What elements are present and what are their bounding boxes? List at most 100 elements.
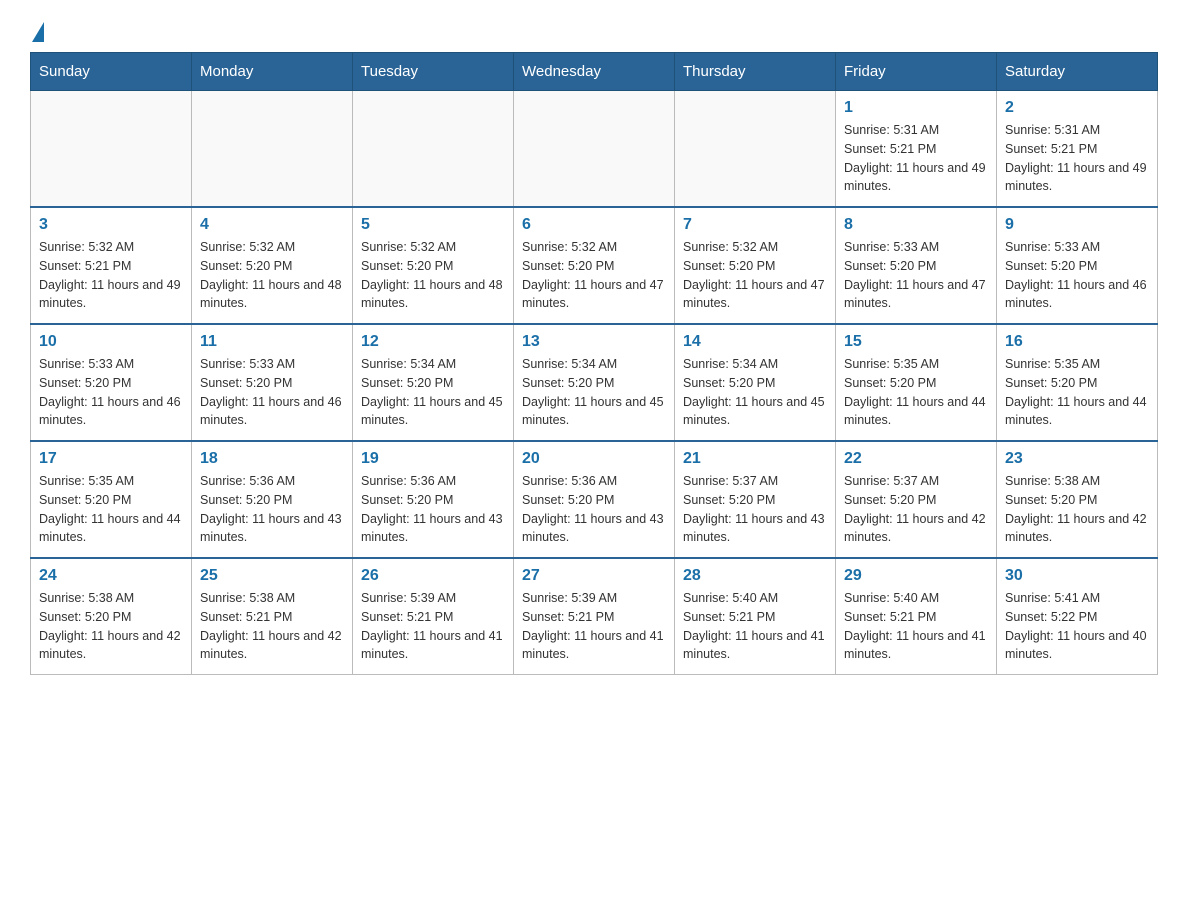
day-number: 30 [1005, 567, 1149, 585]
day-info: Sunrise: 5:31 AMSunset: 5:21 PMDaylight:… [1005, 121, 1149, 196]
day-info: Sunrise: 5:35 AMSunset: 5:20 PMDaylight:… [844, 355, 988, 430]
day-number: 17 [39, 450, 183, 468]
day-number: 6 [522, 216, 666, 234]
weekday-header-tuesday: Tuesday [353, 53, 514, 91]
calendar-week-row: 24 Sunrise: 5:38 AMSunset: 5:20 PMDayligh… [31, 558, 1158, 675]
calendar-cell: 26 Sunrise: 5:39 AMSunset: 5:21 PMDayligh… [353, 558, 514, 675]
calendar-cell: 13 Sunrise: 5:34 AMSunset: 5:20 PMDayligh… [514, 324, 675, 441]
day-info: Sunrise: 5:32 AMSunset: 5:20 PMDaylight:… [522, 238, 666, 313]
calendar-cell: 24 Sunrise: 5:38 AMSunset: 5:20 PMDayligh… [31, 558, 192, 675]
day-number: 21 [683, 450, 827, 468]
calendar-cell: 28 Sunrise: 5:40 AMSunset: 5:21 PMDayligh… [675, 558, 836, 675]
calendar-table: SundayMondayTuesdayWednesdayThursdayFrid… [30, 52, 1158, 675]
day-info: Sunrise: 5:32 AMSunset: 5:21 PMDaylight:… [39, 238, 183, 313]
day-info: Sunrise: 5:33 AMSunset: 5:20 PMDaylight:… [39, 355, 183, 430]
logo-triangle-icon [32, 22, 44, 42]
calendar-cell [31, 91, 192, 208]
day-info: Sunrise: 5:34 AMSunset: 5:20 PMDaylight:… [683, 355, 827, 430]
day-number: 8 [844, 216, 988, 234]
calendar-cell [353, 91, 514, 208]
day-info: Sunrise: 5:32 AMSunset: 5:20 PMDaylight:… [200, 238, 344, 313]
day-number: 23 [1005, 450, 1149, 468]
calendar-cell: 27Sunrise: 5:39 AMSunset: 5:21 PMDayligh… [514, 558, 675, 675]
calendar-cell: 16Sunrise: 5:35 AMSunset: 5:20 PMDayligh… [997, 324, 1158, 441]
day-info: Sunrise: 5:39 AMSunset: 5:21 PMDaylight:… [361, 589, 505, 664]
weekday-header-wednesday: Wednesday [514, 53, 675, 91]
calendar-cell: 20 Sunrise: 5:36 AMSunset: 5:20 PMDayligh… [514, 441, 675, 558]
day-number: 20 [522, 450, 666, 468]
day-info: Sunrise: 5:33 AMSunset: 5:20 PMDaylight:… [844, 238, 988, 313]
day-info: Sunrise: 5:40 AMSunset: 5:21 PMDaylight:… [683, 589, 827, 664]
day-info: Sunrise: 5:41 AMSunset: 5:22 PMDaylight:… [1005, 589, 1149, 664]
day-info: Sunrise: 5:37 AMSunset: 5:20 PMDaylight:… [844, 472, 988, 547]
calendar-week-row: 3 Sunrise: 5:32 AMSunset: 5:21 PMDaylight… [31, 207, 1158, 324]
calendar-cell [675, 91, 836, 208]
calendar-cell: 17 Sunrise: 5:35 AMSunset: 5:20 PMDayligh… [31, 441, 192, 558]
calendar-cell: 10 Sunrise: 5:33 AMSunset: 5:20 PMDayligh… [31, 324, 192, 441]
day-number: 22 [844, 450, 988, 468]
calendar-cell [514, 91, 675, 208]
day-number: 15 [844, 333, 988, 351]
calendar-week-row: 17 Sunrise: 5:35 AMSunset: 5:20 PMDayligh… [31, 441, 1158, 558]
day-info: Sunrise: 5:32 AMSunset: 5:20 PMDaylight:… [361, 238, 505, 313]
day-info: Sunrise: 5:38 AMSunset: 5:20 PMDaylight:… [1005, 472, 1149, 547]
day-number: 16 [1005, 333, 1149, 351]
calendar-cell: 23 Sunrise: 5:38 AMSunset: 5:20 PMDayligh… [997, 441, 1158, 558]
calendar-cell: 5 Sunrise: 5:32 AMSunset: 5:20 PMDaylight… [353, 207, 514, 324]
day-number: 29 [844, 567, 988, 585]
day-number: 18 [200, 450, 344, 468]
calendar-cell: 11 Sunrise: 5:33 AMSunset: 5:20 PMDayligh… [192, 324, 353, 441]
calendar-cell: 30 Sunrise: 5:41 AMSunset: 5:22 PMDayligh… [997, 558, 1158, 675]
calendar-cell [192, 91, 353, 208]
logo [30, 20, 44, 42]
calendar-cell: 15 Sunrise: 5:35 AMSunset: 5:20 PMDayligh… [836, 324, 997, 441]
day-number: 5 [361, 216, 505, 234]
weekday-header-thursday: Thursday [675, 53, 836, 91]
day-number: 28 [683, 567, 827, 585]
calendar-cell: 1 Sunrise: 5:31 AMSunset: 5:21 PMDaylight… [836, 91, 997, 208]
calendar-cell: 2 Sunrise: 5:31 AMSunset: 5:21 PMDaylight… [997, 91, 1158, 208]
day-info: Sunrise: 5:35 AMSunset: 5:20 PMDaylight:… [39, 472, 183, 547]
day-number: 25 [200, 567, 344, 585]
day-info: Sunrise: 5:34 AMSunset: 5:20 PMDaylight:… [522, 355, 666, 430]
day-info: Sunrise: 5:31 AMSunset: 5:21 PMDaylight:… [844, 121, 988, 196]
calendar-cell: 8 Sunrise: 5:33 AMSunset: 5:20 PMDaylight… [836, 207, 997, 324]
calendar-cell: 3 Sunrise: 5:32 AMSunset: 5:21 PMDaylight… [31, 207, 192, 324]
calendar-week-row: 10 Sunrise: 5:33 AMSunset: 5:20 PMDayligh… [31, 324, 1158, 441]
day-info: Sunrise: 5:36 AMSunset: 5:20 PMDaylight:… [361, 472, 505, 547]
day-number: 1 [844, 99, 988, 117]
day-info: Sunrise: 5:33 AMSunset: 5:20 PMDaylight:… [200, 355, 344, 430]
calendar-cell: 12Sunrise: 5:34 AMSunset: 5:20 PMDayligh… [353, 324, 514, 441]
weekday-header-friday: Friday [836, 53, 997, 91]
weekday-header-saturday: Saturday [997, 53, 1158, 91]
calendar-cell: 18 Sunrise: 5:36 AMSunset: 5:20 PMDayligh… [192, 441, 353, 558]
day-number: 13 [522, 333, 666, 351]
calendar-cell: 7 Sunrise: 5:32 AMSunset: 5:20 PMDaylight… [675, 207, 836, 324]
day-number: 24 [39, 567, 183, 585]
day-info: Sunrise: 5:38 AMSunset: 5:20 PMDaylight:… [39, 589, 183, 664]
calendar-cell: 29 Sunrise: 5:40 AMSunset: 5:21 PMDayligh… [836, 558, 997, 675]
day-info: Sunrise: 5:36 AMSunset: 5:20 PMDaylight:… [522, 472, 666, 547]
day-number: 10 [39, 333, 183, 351]
day-info: Sunrise: 5:33 AMSunset: 5:20 PMDaylight:… [1005, 238, 1149, 313]
calendar-cell: 4 Sunrise: 5:32 AMSunset: 5:20 PMDaylight… [192, 207, 353, 324]
day-info: Sunrise: 5:40 AMSunset: 5:21 PMDaylight:… [844, 589, 988, 664]
day-info: Sunrise: 5:37 AMSunset: 5:20 PMDaylight:… [683, 472, 827, 547]
day-number: 2 [1005, 99, 1149, 117]
day-number: 4 [200, 216, 344, 234]
day-number: 26 [361, 567, 505, 585]
weekday-header-monday: Monday [192, 53, 353, 91]
calendar-cell: 25 Sunrise: 5:38 AMSunset: 5:21 PMDayligh… [192, 558, 353, 675]
day-number: 3 [39, 216, 183, 234]
day-info: Sunrise: 5:32 AMSunset: 5:20 PMDaylight:… [683, 238, 827, 313]
calendar-cell: 21 Sunrise: 5:37 AMSunset: 5:20 PMDayligh… [675, 441, 836, 558]
day-info: Sunrise: 5:38 AMSunset: 5:21 PMDaylight:… [200, 589, 344, 664]
day-number: 19 [361, 450, 505, 468]
day-number: 7 [683, 216, 827, 234]
day-number: 11 [200, 333, 344, 351]
day-number: 27 [522, 567, 666, 585]
calendar-cell: 22 Sunrise: 5:37 AMSunset: 5:20 PMDayligh… [836, 441, 997, 558]
day-info: Sunrise: 5:36 AMSunset: 5:20 PMDaylight:… [200, 472, 344, 547]
day-number: 9 [1005, 216, 1149, 234]
calendar-cell: 9 Sunrise: 5:33 AMSunset: 5:20 PMDaylight… [997, 207, 1158, 324]
